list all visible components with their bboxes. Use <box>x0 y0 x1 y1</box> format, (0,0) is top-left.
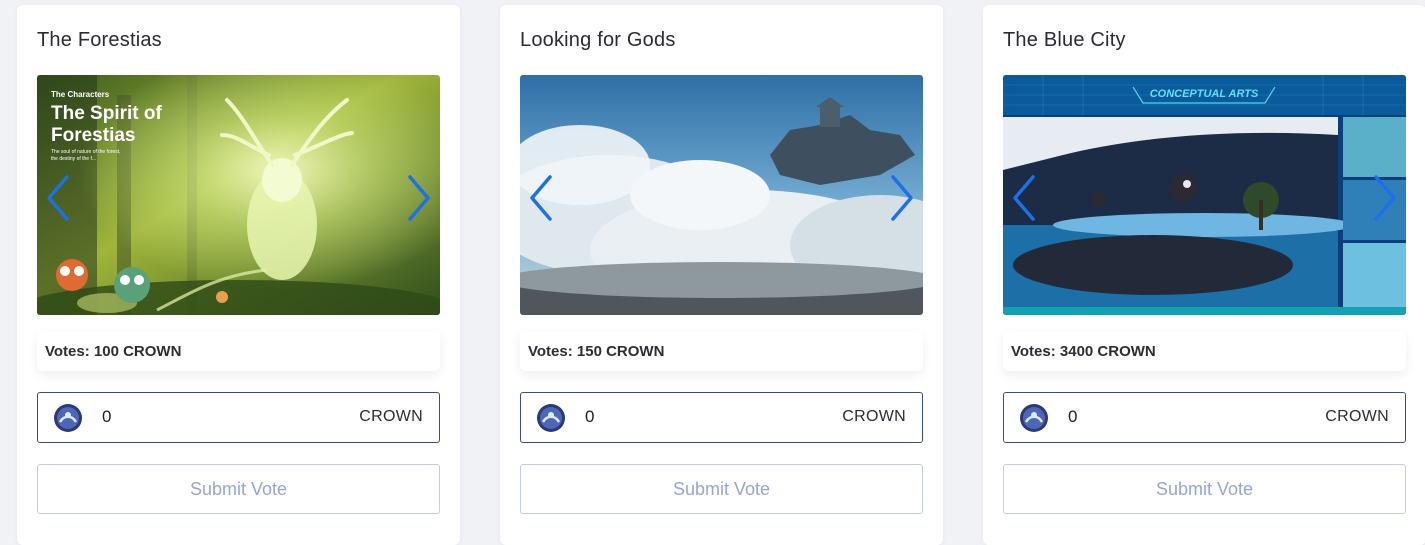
carousel-prev-button[interactable] <box>524 173 558 223</box>
votes-label: Votes: 150 CROWN <box>528 343 665 360</box>
project-card-looking-for-gods: Looking for Gods Votes: 150 CROWN 0 CROW… <box>500 5 943 545</box>
currency-unit-label: CROWN <box>842 408 906 425</box>
image-carousel[interactable]: CONCEPTUAL ARTS <box>1003 75 1406 315</box>
submit-vote-button[interactable]: Submit Vote <box>520 464 923 514</box>
image-caption-1: The soul of nature of the forest, <box>51 149 121 155</box>
vote-amount-field[interactable]: CROWN <box>1003 392 1406 443</box>
carousel-image <box>520 75 923 315</box>
votes-summary: Votes: 150 CROWN <box>520 331 923 371</box>
chevron-left-icon <box>530 175 552 221</box>
votes-label: Votes: 3400 CROWN <box>1011 343 1156 360</box>
project-card-blue-city: The Blue City CONCEPTUAL ARTS Votes: 340… <box>983 5 1425 545</box>
carousel-image: CONCEPTUAL ARTS <box>1003 75 1406 315</box>
project-card-forestias: The Forestias The Characters The Spirit … <box>17 5 460 545</box>
votes-label: Votes: 100 CROWN <box>45 343 182 360</box>
votes-summary: Votes: 100 CROWN <box>37 331 440 371</box>
carousel-prev-button[interactable] <box>1007 173 1041 223</box>
vote-amount-field[interactable]: CROWN <box>520 392 923 443</box>
crown-coin-icon <box>537 404 565 432</box>
chevron-left-icon <box>47 175 69 221</box>
image-headline-2: Forestias <box>51 125 135 146</box>
carousel-next-button[interactable] <box>402 173 436 223</box>
currency-unit-label: CROWN <box>1325 408 1389 425</box>
vote-amount-input[interactable] <box>1068 404 1288 430</box>
chevron-right-icon <box>1374 175 1396 221</box>
crown-coin-icon <box>54 404 82 432</box>
crown-coin-icon <box>1020 404 1048 432</box>
image-caption-2: the destiny of the f... <box>51 156 96 162</box>
image-carousel[interactable]: The Characters The Spirit of Forestias T… <box>37 75 440 315</box>
carousel-next-button[interactable] <box>885 173 919 223</box>
card-title: The Blue City <box>1003 29 1126 51</box>
vote-amount-input[interactable] <box>102 404 322 430</box>
image-kicker: The Characters <box>51 90 110 99</box>
vote-amount-field[interactable]: CROWN <box>37 392 440 443</box>
carousel-next-button[interactable] <box>1368 173 1402 223</box>
carousel-image: The Characters The Spirit of Forestias T… <box>37 75 440 315</box>
image-carousel[interactable] <box>520 75 923 315</box>
card-title: The Forestias <box>37 29 162 51</box>
card-title: Looking for Gods <box>520 29 676 51</box>
carousel-prev-button[interactable] <box>41 173 75 223</box>
submit-vote-button[interactable]: Submit Vote <box>37 464 440 514</box>
submit-vote-button[interactable]: Submit Vote <box>1003 464 1406 514</box>
vote-amount-input[interactable] <box>585 404 805 430</box>
chevron-right-icon <box>891 175 913 221</box>
image-headline-1: The Spirit of <box>51 103 163 124</box>
chevron-left-icon <box>1013 175 1035 221</box>
votes-summary: Votes: 3400 CROWN <box>1003 331 1406 371</box>
chevron-right-icon <box>408 175 430 221</box>
image-banner: CONCEPTUAL ARTS <box>1150 88 1259 100</box>
currency-unit-label: CROWN <box>359 408 423 425</box>
